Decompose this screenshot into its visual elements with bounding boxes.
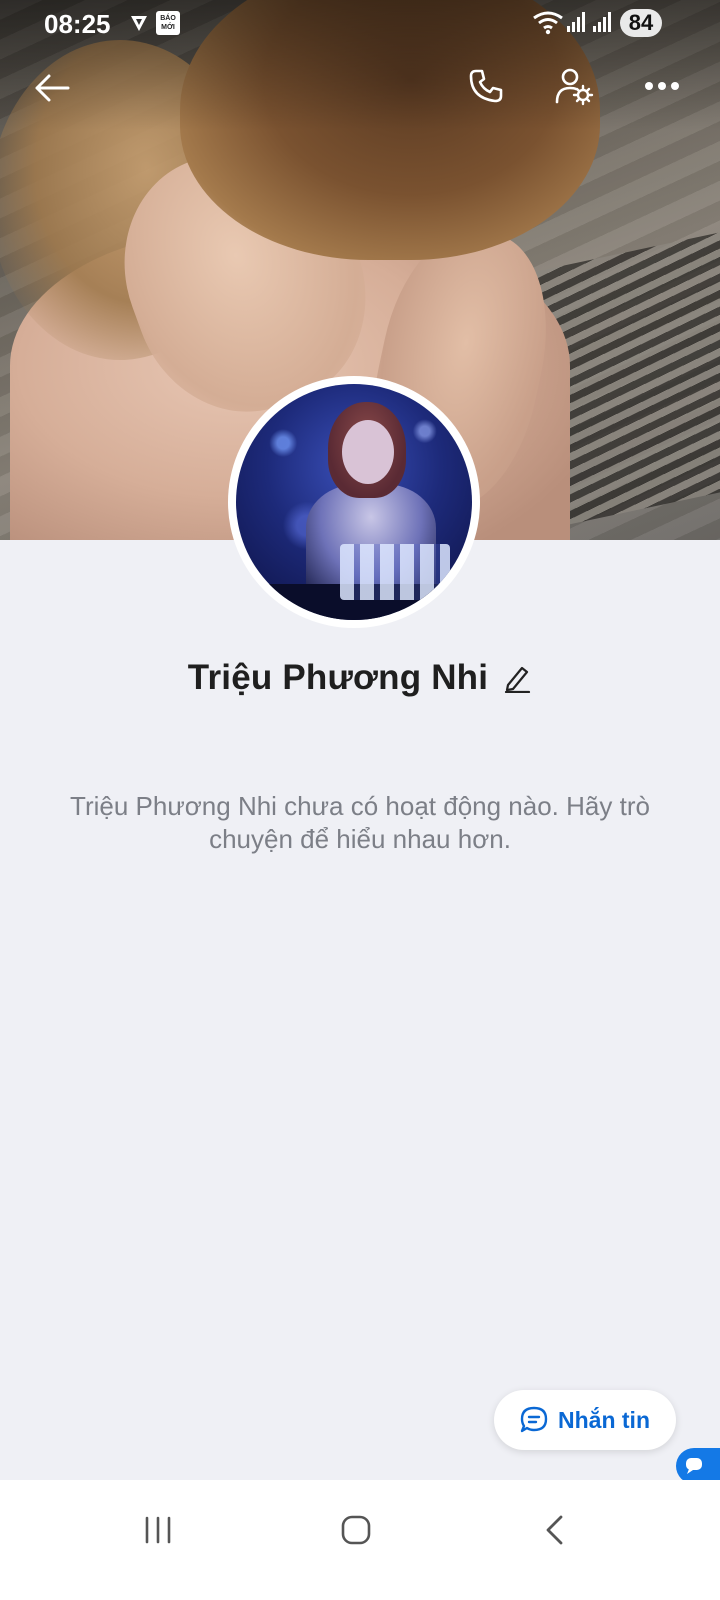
- more-icon: [645, 82, 679, 90]
- status-time: 08:25: [44, 9, 111, 39]
- call-button[interactable]: [458, 58, 514, 114]
- pencil-icon: [505, 666, 531, 693]
- battery-indicator: 84: [620, 9, 662, 37]
- news-app-icon: BÁO MỚI: [156, 11, 180, 35]
- back-arrow-icon: [35, 74, 70, 102]
- avatar[interactable]: [228, 376, 480, 628]
- chat-bubbles-icon: [686, 1458, 702, 1474]
- profile-name: Triệu Phương Nhi: [187, 658, 489, 697]
- signal-icon: [567, 12, 585, 32]
- home-icon: [341, 1515, 371, 1545]
- news-app-badge-text: BÁO MỚI: [160, 15, 176, 31]
- avatar-photo: [236, 384, 472, 620]
- nav-back-button[interactable]: [514, 1502, 594, 1558]
- message-button-label: Nhắn tin: [558, 1406, 650, 1433]
- recents-icon: [145, 1516, 171, 1544]
- user-settings-icon: [555, 68, 594, 106]
- more-options-button[interactable]: [634, 58, 690, 114]
- status-bar: 08:25 BÁO MỚI 84: [0, 0, 720, 48]
- chat-bubble-icon: [520, 1406, 548, 1433]
- message-button[interactable]: Nhắn tin: [494, 1390, 676, 1450]
- back-button[interactable]: [24, 60, 80, 116]
- back-icon: [546, 1515, 563, 1545]
- signal-icon-secondary: [593, 12, 611, 32]
- user-settings-button[interactable]: [546, 58, 602, 114]
- empty-activity-message: Triệu Phương Nhi chưa có hoạt động nào. …: [70, 791, 650, 854]
- profile-name-row: Triệu Phương Nhi: [0, 654, 720, 702]
- avatar-figure-face: [342, 420, 394, 484]
- system-navigation-bar: [0, 1480, 720, 1600]
- avatar-glasses: [340, 544, 450, 600]
- recents-button[interactable]: [118, 1502, 198, 1558]
- wifi-icon: [533, 11, 563, 35]
- vpn-shield-icon: [131, 16, 147, 31]
- phone-icon: [469, 69, 503, 103]
- edit-name-button[interactable]: [502, 663, 532, 693]
- floating-chat-bubble[interactable]: [676, 1448, 720, 1484]
- home-button[interactable]: [316, 1502, 396, 1558]
